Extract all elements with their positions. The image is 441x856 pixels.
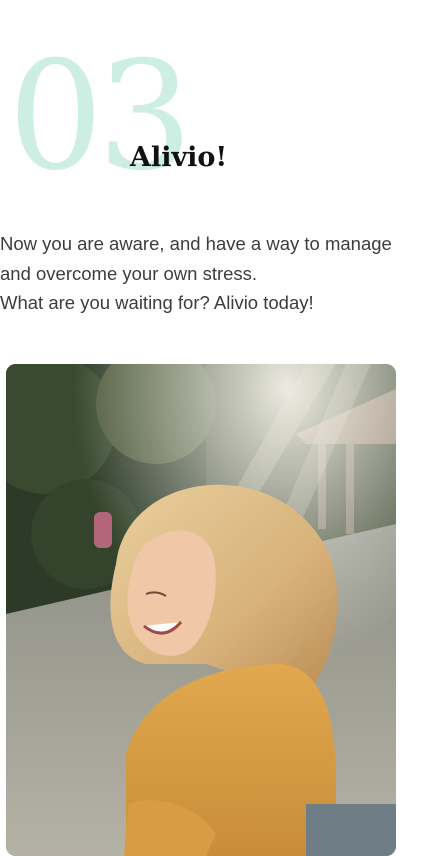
step-title: Alivio!: [130, 142, 228, 173]
step-description-line: What are you waiting for? Alivio today!: [0, 292, 314, 313]
step-description-line: and overcome your own stress.: [0, 262, 258, 284]
step-description: Now you are aware, and have a way to man…: [0, 229, 425, 318]
background-person: [94, 512, 112, 548]
step-section: 03 Alivio! Now you are aware, and have a…: [0, 0, 441, 856]
bag: [306, 804, 396, 856]
smiling-woman-photo: [6, 364, 396, 856]
step-description-line: Now you are aware, and have a way to man…: [0, 233, 392, 254]
photo-illustration: [6, 364, 396, 856]
